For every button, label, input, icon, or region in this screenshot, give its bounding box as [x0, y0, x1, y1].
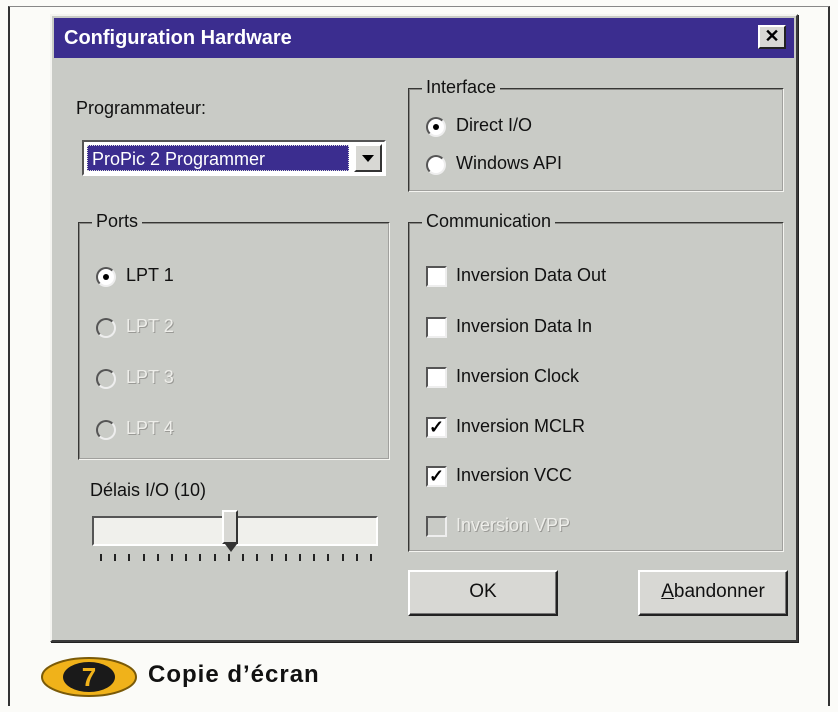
- title-bar[interactable]: Configuration Hardware ✕: [54, 18, 794, 58]
- slider-tick: [114, 554, 117, 561]
- radio-label: LPT 4: [126, 418, 174, 438]
- caption-text: Copie d’écran: [148, 661, 320, 688]
- radio-button: [96, 369, 116, 389]
- checkbox-label: Inversion Data In: [456, 316, 593, 336]
- close-button[interactable]: ✕: [758, 25, 786, 49]
- configuration-dialog: Configuration Hardware ✕ Programmateur: …: [50, 14, 798, 642]
- ports-group: Ports LPT 1 LPT 2 LPT 3 LPT 4: [78, 211, 390, 460]
- checkbox[interactable]: ✓: [426, 417, 447, 438]
- radio-button: [96, 318, 116, 338]
- slider-ticks: [100, 554, 372, 562]
- checkmark-icon: ✓: [428, 466, 445, 486]
- slider-tick: [142, 554, 145, 561]
- slider-tick: [370, 554, 372, 561]
- slider-tick: [284, 554, 287, 561]
- slider-tick: [355, 554, 358, 561]
- cancel-button[interactable]: Abandonner: [638, 570, 788, 616]
- slider-tick: [256, 554, 259, 561]
- slider-tick: [128, 554, 131, 561]
- badge-icon: 7: [41, 657, 137, 697]
- slider-tick: [213, 554, 216, 561]
- slider-tick: [156, 554, 159, 561]
- slider-tick: [199, 554, 202, 561]
- checkbox[interactable]: [426, 317, 447, 338]
- radio-label: LPT 2: [126, 316, 174, 336]
- slider-tick: [298, 554, 301, 561]
- checkbox-label: Inversion Data Out: [456, 265, 607, 285]
- slider-tick: [185, 554, 188, 561]
- programmer-select[interactable]: ProPic 2 Programmer: [82, 140, 386, 176]
- checkbox[interactable]: [426, 367, 447, 388]
- badge-number: 7: [82, 662, 96, 692]
- slider-tick: [313, 554, 316, 561]
- programmer-selected-value: ProPic 2 Programmer: [87, 145, 349, 171]
- radio-dot-icon: [433, 124, 439, 130]
- ok-button[interactable]: OK: [408, 570, 558, 616]
- delay-label: Délais I/O (10): [90, 480, 207, 500]
- close-icon: ✕: [764, 26, 780, 46]
- slider-tick: [227, 554, 230, 561]
- slider-tick: [242, 554, 245, 561]
- cancel-button-label: Abandonner: [661, 581, 765, 602]
- checkbox[interactable]: ✓: [426, 466, 447, 487]
- radio-label: Direct I/O: [456, 115, 533, 135]
- radio-dot-icon: [103, 274, 109, 280]
- checkbox[interactable]: [426, 266, 447, 287]
- checkbox-label: Inversion VCC: [456, 465, 573, 485]
- slider-tick: [327, 554, 330, 561]
- slider-tick: [171, 554, 174, 561]
- radio-label: Windows API: [456, 153, 563, 173]
- programmer-label: Programmateur:: [76, 98, 207, 118]
- communication-group: Communication Inversion Data Out Inversi…: [408, 211, 784, 552]
- radio-button[interactable]: [426, 155, 446, 175]
- slider-tick: [100, 554, 102, 561]
- checkbox-label: Inversion Clock: [456, 366, 580, 386]
- checkmark-icon: ✓: [428, 417, 445, 437]
- step-number-badge: 7: [40, 656, 138, 698]
- radio-button[interactable]: [426, 117, 446, 137]
- slider-tick: [270, 554, 273, 561]
- radio-label: LPT 3: [126, 367, 174, 387]
- radio-button: [96, 420, 116, 440]
- checkbox-label: Inversion MCLR: [456, 416, 586, 436]
- dialog-title: Configuration Hardware: [64, 27, 292, 49]
- chevron-down-icon[interactable]: [354, 144, 382, 172]
- interface-group-title: Interface: [422, 77, 501, 98]
- ports-group-title: Ports: [92, 211, 143, 232]
- slider-tick: [341, 554, 344, 561]
- communication-group-title: Communication: [422, 211, 556, 232]
- radio-button[interactable]: [96, 267, 116, 287]
- radio-label: LPT 1: [126, 265, 174, 285]
- interface-group: Interface Direct I/O Windows API: [408, 77, 784, 192]
- delay-slider-thumb[interactable]: [222, 510, 238, 552]
- checkbox: [426, 516, 447, 537]
- checkbox-label: Inversion VPP: [456, 515, 571, 535]
